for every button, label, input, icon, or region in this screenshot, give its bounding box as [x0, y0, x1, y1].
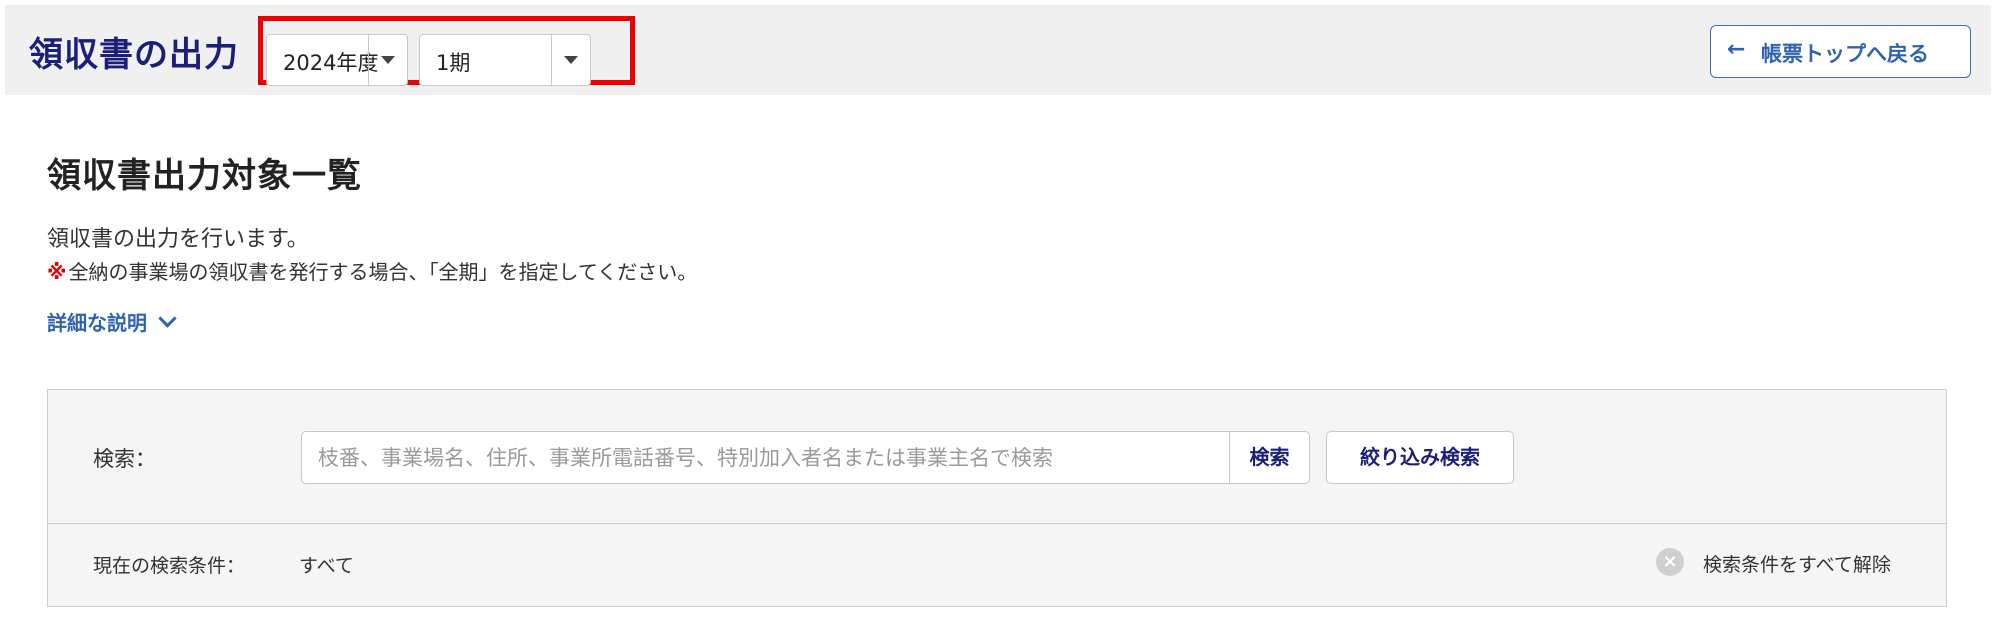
- caret-down-icon: [381, 56, 395, 64]
- filter-search-button[interactable]: 絞り込み検索: [1326, 431, 1514, 484]
- fiscal-year-dropdown-toggle[interactable]: [368, 35, 407, 85]
- note-mark: ※: [47, 260, 67, 284]
- clear-conditions-label: 検索条件をすべて解除: [1703, 554, 1891, 576]
- search-input[interactable]: [301, 431, 1229, 484]
- divider: [48, 523, 1946, 524]
- fiscal-year-value: 2024年度: [283, 51, 379, 75]
- current-condition-value: すべて: [299, 555, 354, 577]
- period-select[interactable]: 1期: [419, 34, 591, 86]
- search-label: 検索：: [93, 447, 156, 471]
- clear-icon: ×: [1656, 548, 1684, 576]
- app-title: 領収書の出力: [29, 35, 239, 75]
- caret-down-icon: [564, 56, 578, 64]
- current-condition-label: 現在の検索条件：: [93, 555, 246, 577]
- page-title: 領収書出力対象一覧: [47, 156, 362, 196]
- search-panel: 検索： 検索 絞り込み検索 現在の検索条件： すべて × 検索条件をすべて解除: [47, 389, 1947, 607]
- detail-link-label: 詳細な説明: [47, 311, 147, 335]
- period-dropdown-toggle[interactable]: [551, 35, 590, 85]
- period-value: 1期: [436, 51, 471, 75]
- header-bar: 領収書の出力 2024年度 1期 ← 帳票トップへ戻る: [5, 5, 1991, 95]
- back-to-forms-top-button[interactable]: ← 帳票トップへ戻る: [1710, 25, 1971, 78]
- notice-text: ※ 全納の事業場の領収書を発行する場合、「全期」を指定してください。: [47, 256, 697, 285]
- period-selector-highlight: 2024年度 1期: [258, 16, 635, 86]
- page-description: 領収書の出力を行います。: [47, 227, 309, 252]
- fiscal-year-select[interactable]: 2024年度: [266, 34, 408, 86]
- note-body: 全納の事業場の領収書を発行する場合、「全期」を指定してください。: [68, 260, 698, 284]
- detail-explanation-toggle[interactable]: 詳細な説明: [47, 307, 177, 336]
- arrow-left-icon: ←: [1727, 37, 1746, 62]
- search-button[interactable]: 検索: [1229, 431, 1310, 484]
- back-button-label: 帳票トップへ戻る: [1761, 42, 1929, 66]
- chevron-down-icon: [158, 309, 177, 328]
